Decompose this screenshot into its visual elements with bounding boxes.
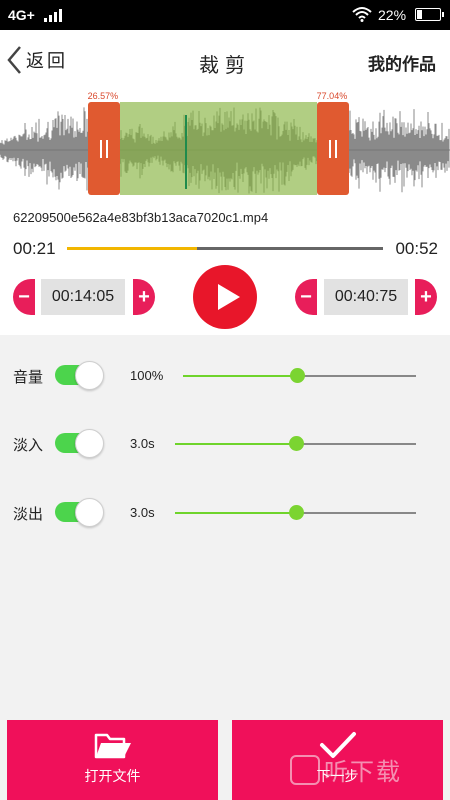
fade-out-label: 淡出 xyxy=(13,506,44,523)
network-type: 4G+ xyxy=(8,7,35,23)
open-file-label: 打开文件 xyxy=(84,768,141,784)
fade-out-slider-thumb[interactable] xyxy=(288,505,304,520)
play-button[interactable] xyxy=(193,265,257,329)
trim-start-handle[interactable] xyxy=(87,102,120,195)
watermark-logo-icon xyxy=(290,754,320,785)
fade-in-value: 3.0s xyxy=(130,436,155,451)
watermark: 听下载 xyxy=(290,752,402,787)
folder-icon xyxy=(94,733,131,759)
volume-toggle[interactable] xyxy=(55,361,105,390)
volume-slider[interactable] xyxy=(183,368,416,383)
volume-slider-thumb[interactable] xyxy=(290,368,306,383)
start-time-increase-button[interactable]: + xyxy=(133,279,155,315)
current-time: 00:21 xyxy=(13,239,56,258)
playback-progress-fill xyxy=(67,247,197,250)
playback-panel: 62209500e562a4e83bf3b13aca7020c1.mp4 00:… xyxy=(0,205,450,335)
battery-icon xyxy=(415,8,444,21)
open-file-button[interactable]: 打开文件 xyxy=(7,720,218,800)
signal-icon xyxy=(44,8,62,22)
fade-in-slider[interactable] xyxy=(175,436,416,451)
total-time: 00:52 xyxy=(395,239,438,258)
end-percent-label: 77.04% xyxy=(316,91,348,101)
fade-in-row: 淡入 3.0s xyxy=(0,424,450,464)
start-percent-label: 26.57% xyxy=(87,91,119,101)
playback-progress-bar[interactable] xyxy=(67,247,383,250)
end-time-decrease-button[interactable]: − xyxy=(295,279,317,315)
battery-percent: 22% xyxy=(378,7,407,23)
start-time-decrease-button[interactable]: − xyxy=(13,279,35,315)
fade-in-slider-thumb[interactable] xyxy=(288,436,304,451)
selection-region xyxy=(119,102,317,195)
watermark-text: 听下载 xyxy=(324,759,402,786)
playhead[interactable] xyxy=(184,115,187,189)
end-time-increase-button[interactable]: + xyxy=(415,279,437,315)
wifi-icon xyxy=(352,7,372,22)
fade-in-label: 淡入 xyxy=(13,437,44,454)
volume-row: 音量 100% xyxy=(0,356,450,396)
play-icon xyxy=(218,284,240,310)
my-works-button[interactable]: 我的作品 xyxy=(368,50,436,75)
end-time-display[interactable]: 00:40:75 xyxy=(324,279,408,315)
trim-end-handle[interactable] xyxy=(316,102,349,195)
fade-out-slider[interactable] xyxy=(175,505,416,520)
fade-out-toggle[interactable] xyxy=(55,498,105,527)
file-name: 62209500e562a4e83bf3b13aca7020c1.mp4 xyxy=(13,210,269,225)
waveform-editor[interactable]: 26.57% 77.04% xyxy=(0,90,450,205)
fade-out-value: 3.0s xyxy=(130,505,155,520)
navigation-bar: 返回 裁剪 我的作品 xyxy=(0,30,450,90)
volume-value: 100% xyxy=(130,368,164,383)
start-time-display[interactable]: 00:14:05 xyxy=(41,279,125,315)
volume-label: 音量 xyxy=(13,369,44,386)
status-bar: 4G+ 22% xyxy=(0,0,450,30)
fade-in-toggle[interactable] xyxy=(55,429,105,458)
fade-out-row: 淡出 3.0s xyxy=(0,493,450,533)
